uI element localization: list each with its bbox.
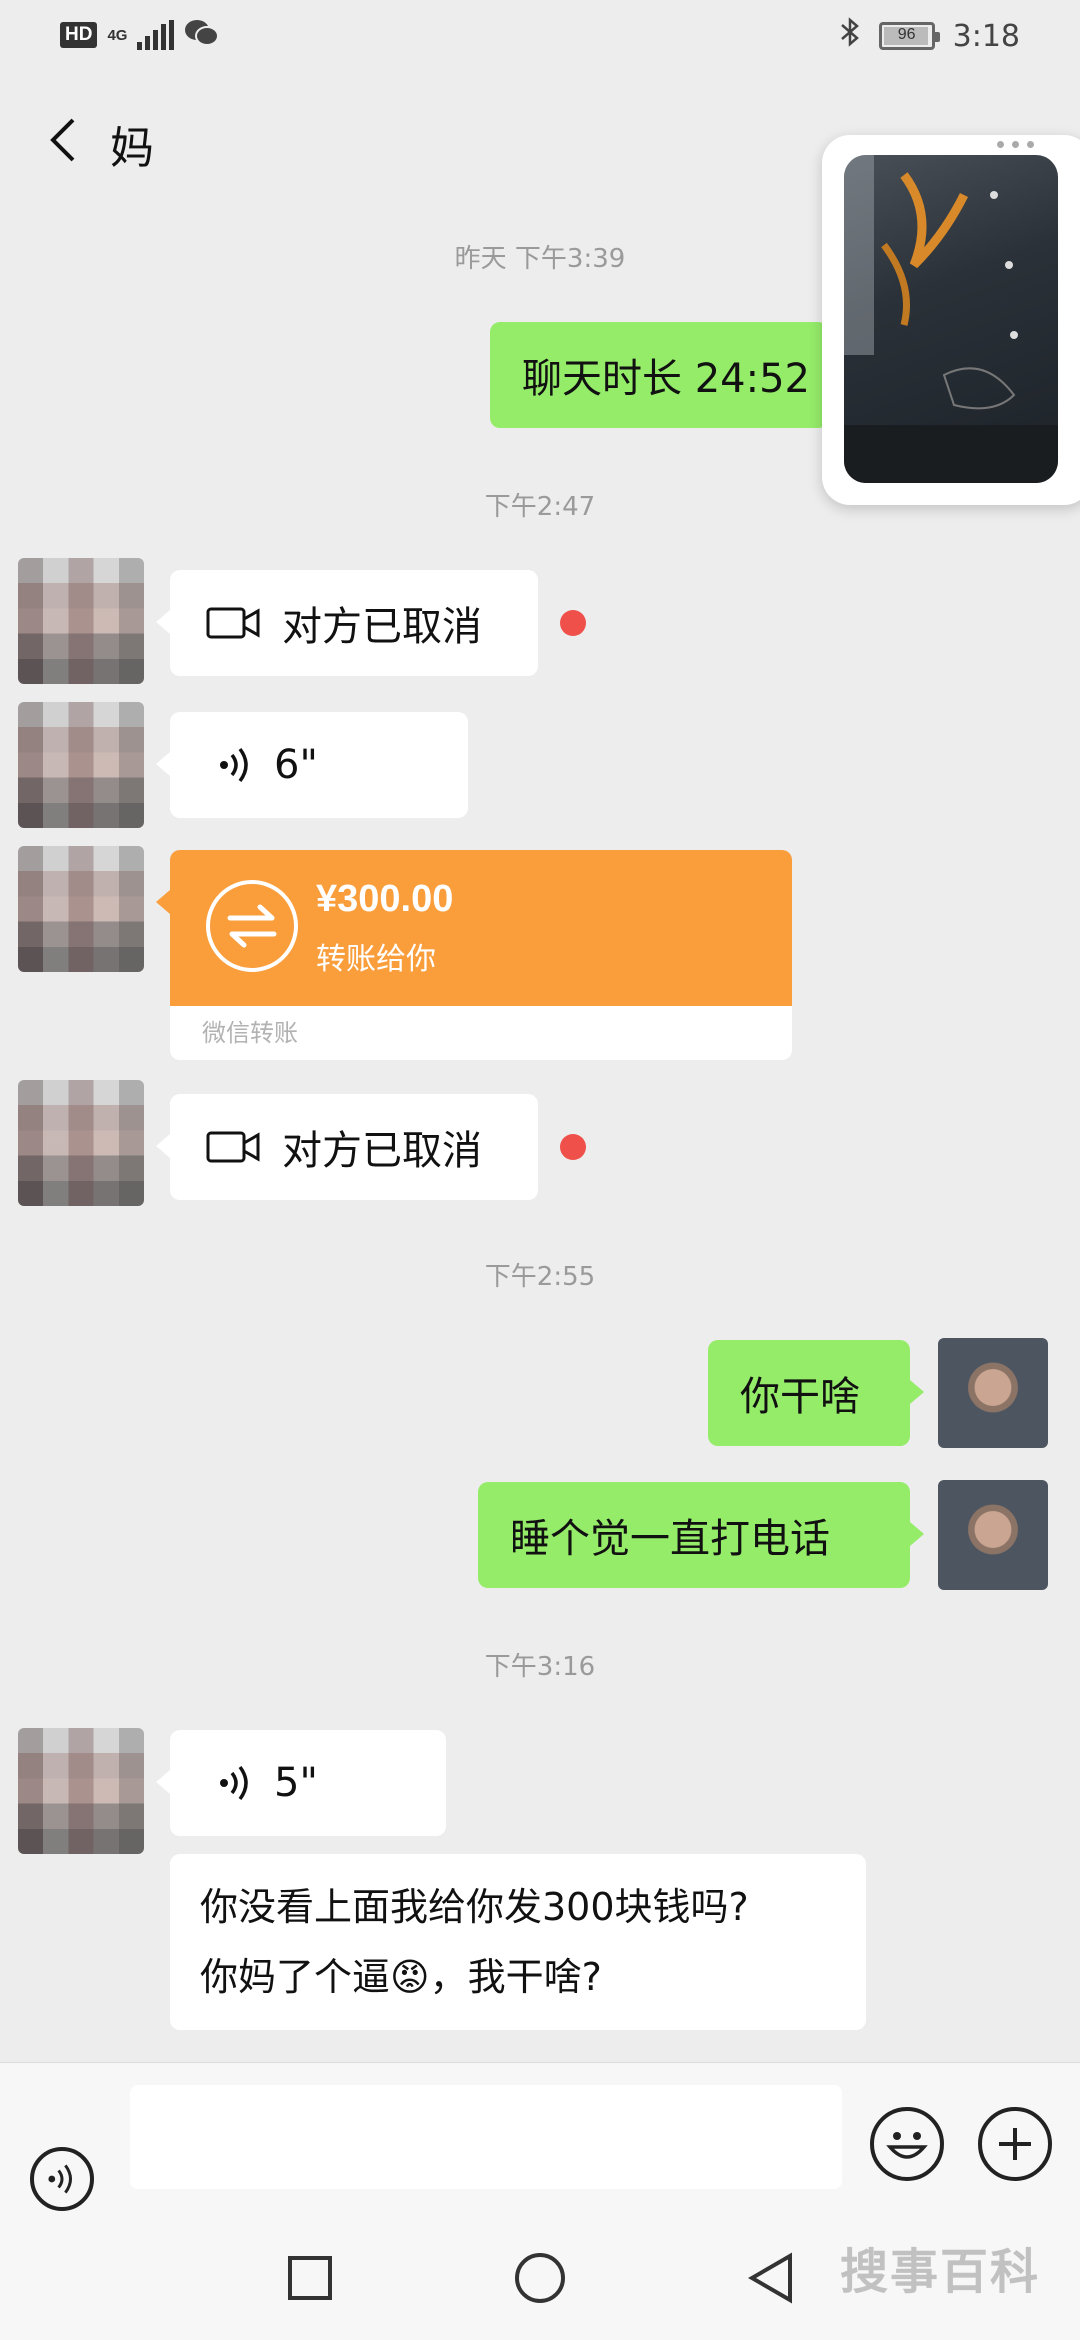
voice-icon [216,745,256,785]
received-text-line: 你没看上面我给你发300块钱吗? [200,1885,749,1929]
contact-avatar[interactable] [18,846,144,972]
contact-avatar[interactable] [18,1080,144,1206]
recents-button[interactable] [284,2252,336,2304]
battery-level: 96 [897,26,916,43]
contact-avatar[interactable] [18,558,144,684]
video-camera-icon [206,605,260,641]
transfer-source: 微信转账 [170,1006,792,1060]
voice-message-bubble[interactable]: 6" [156,712,468,818]
home-button[interactable] [514,2252,566,2304]
sent-message-text: 睡个觉一直打电话 [510,1516,830,1562]
voice-icon [216,1763,256,1803]
transfer-card-top: ¥300.00 转账给你 [156,850,792,1006]
sent-message-bubble[interactable]: 你干啥 [708,1340,924,1446]
system-nav-bar: 搜事百科 [0,2212,1080,2340]
unread-dot [560,1134,586,1160]
received-text: 你没看上面我给你发300块钱吗? 你妈了个逼😡，我干啥? [170,1854,779,2030]
timestamp: 下午2:55 [484,1262,596,1292]
drag-handle-icon[interactable] [997,141,1034,148]
transfer-amount: ¥300.00 [316,878,454,920]
sent-message-text: 你干啥 [740,1374,860,1420]
video-call-status: 对方已取消 [282,1128,482,1174]
more-button[interactable] [978,2107,1052,2181]
status-left: HD 4G [60,18,220,52]
back-nav-button[interactable] [744,2252,796,2304]
status-bar: HD 4G 96 3:18 [0,0,1080,76]
circle-icon [515,2253,565,2303]
clock: 3:18 [952,18,1020,54]
call-duration-text: 聊天时长 24:52 [522,356,810,402]
back-button[interactable] [32,110,92,170]
video-camera-icon [206,1129,260,1165]
my-avatar[interactable] [938,1480,1048,1590]
hd-badge: HD [60,22,98,48]
voice-input-button[interactable] [30,2147,94,2211]
square-icon [288,2256,332,2300]
wechat-icon [184,18,220,52]
voice-duration: 6" [274,742,318,788]
bluetooth-icon [839,16,861,56]
emoji-icon [886,2132,928,2159]
chat-title: 妈 [110,123,154,174]
voice-duration: 5" [274,1760,318,1806]
video-preview [844,155,1058,483]
received-text-bubble[interactable]: 你没看上面我给你发300块钱吗? 你妈了个逼😡，我干啥? [170,1854,866,2030]
video-call-status: 对方已取消 [282,604,482,650]
floating-video-window[interactable] [822,135,1080,505]
contact-avatar[interactable] [18,1728,144,1854]
voice-message-bubble[interactable]: 5" [156,1730,446,1836]
call-duration-bubble[interactable]: 聊天时长 24:52 [490,322,842,428]
video-call-cancelled-bubble[interactable]: 对方已取消 [156,570,538,676]
sent-message-bubble[interactable]: 睡个觉一直打电话 [478,1482,924,1588]
status-right: 96 3:18 [839,16,1020,56]
watermark: 搜事百科 [839,2244,1040,2300]
contact-avatar[interactable] [18,702,144,828]
message-input[interactable] [130,2085,842,2189]
my-avatar[interactable] [938,1338,1048,1448]
battery-icon: 96 [878,22,940,50]
unread-dot [560,610,586,636]
network-type: 4G [107,26,128,44]
plus-icon [999,2128,1031,2160]
chevron-left-icon [50,118,75,162]
received-text-line: 你妈了个逼😡，我干啥? [200,1955,602,1999]
signal-icon [137,20,175,50]
transfer-description: 转账给你 [316,942,436,977]
input-bar [0,2062,1080,2212]
transfer-card[interactable]: ¥300.00 转账给你 微信转账 [156,850,792,1060]
timestamp: 下午3:16 [484,1652,596,1682]
video-call-cancelled-bubble[interactable]: 对方已取消 [156,1094,538,1200]
voice-icon [48,2164,72,2194]
triangle-back-icon [748,2252,792,2304]
emoji-button[interactable] [870,2107,944,2181]
transfer-icon [206,880,298,972]
